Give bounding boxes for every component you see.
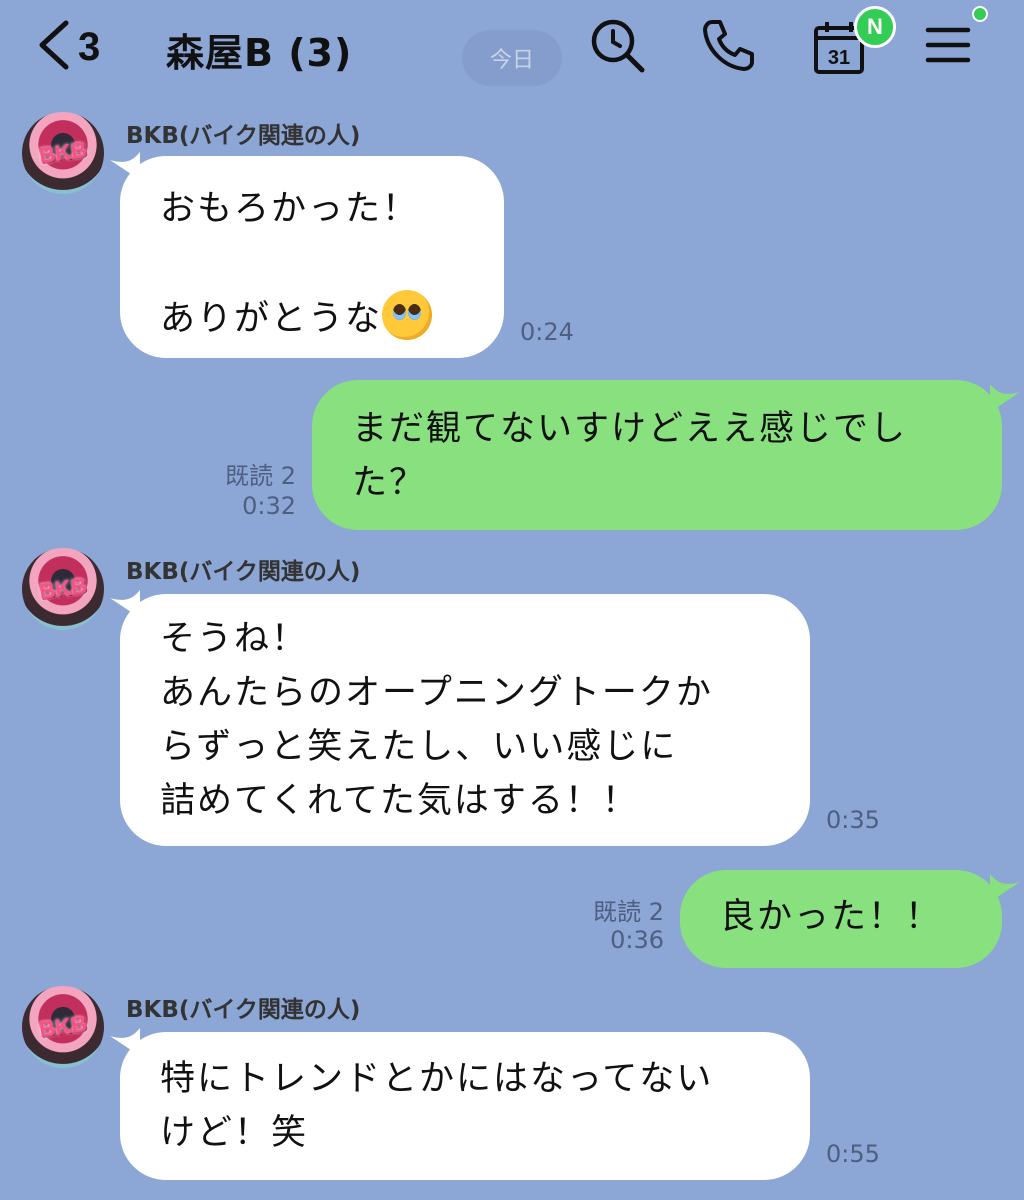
new-badge: N — [854, 6, 896, 48]
sender-name: BKB(バイク関連の人) — [126, 123, 361, 149]
message-time: 0:55 — [826, 1140, 880, 1168]
menu-button[interactable] — [918, 14, 980, 76]
avatar[interactable] — [22, 986, 104, 1068]
avatar[interactable] — [22, 112, 104, 194]
message-bubble[interactable]: まだ観てないすけどええ感じでし た？ — [312, 380, 1002, 530]
notification-dot — [972, 6, 988, 22]
message-time: 0:35 — [826, 806, 880, 834]
svg-text:31: 31 — [828, 47, 850, 69]
bubble-tail — [990, 874, 1020, 902]
sender-name: BKB(バイク関連の人) — [126, 559, 361, 585]
chevron-left-icon — [34, 17, 74, 77]
search-button[interactable] — [586, 14, 648, 76]
search-icon — [591, 19, 645, 73]
read-receipt: 既読 2 — [225, 462, 296, 490]
message-time: 0:36 — [610, 926, 664, 954]
message-bubble[interactable]: 良かった！！ — [680, 870, 1002, 968]
message-bubble[interactable]: おもろかった！ ありがとうな — [120, 156, 504, 358]
message-time: 0:32 — [242, 492, 296, 520]
pleading-face-icon — [382, 290, 433, 340]
unread-count: 3 — [78, 24, 101, 69]
call-button[interactable] — [698, 14, 760, 76]
avatar[interactable] — [22, 548, 104, 630]
sender-name: BKB(バイク関連の人) — [126, 997, 361, 1023]
phone-icon — [703, 20, 754, 71]
message-time: 0:24 — [520, 318, 574, 346]
message-bubble[interactable]: そうね！ あんたらのオープニングトークか らずっと笑えたし、いい感じに 詰めてく… — [120, 594, 810, 846]
bubble-tail — [990, 384, 1020, 412]
date-divider: 今日 — [462, 30, 562, 86]
chat-title: 森屋B (3) — [166, 31, 353, 75]
message-bubble[interactable]: 特にトレンドとかにはなってない けど！笑 — [120, 1032, 810, 1180]
read-receipt: 既読 2 — [593, 898, 664, 926]
back-button[interactable]: 3 — [34, 14, 100, 80]
menu-icon — [925, 27, 971, 63]
